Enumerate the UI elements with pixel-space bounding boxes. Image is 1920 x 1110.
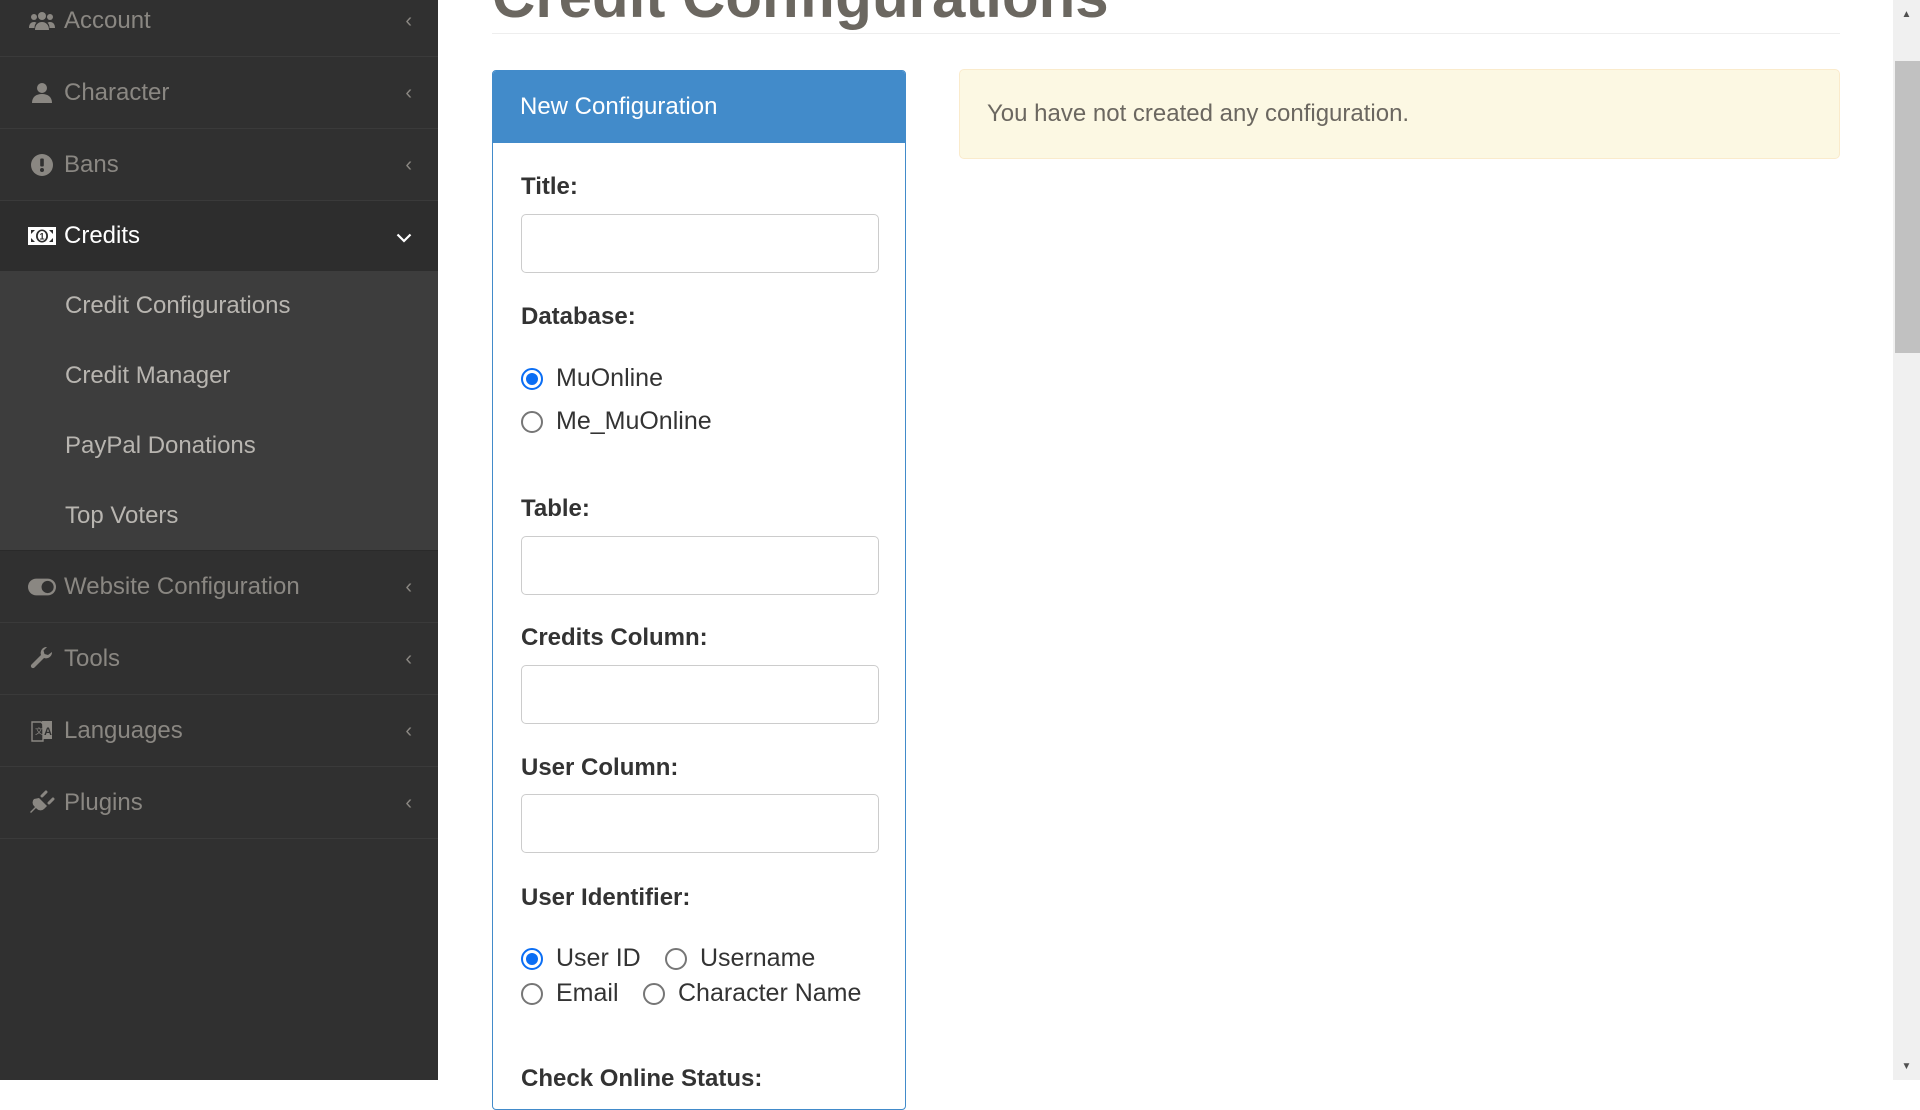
radio-checked-icon <box>521 367 543 390</box>
sidebar-item-label: Account <box>64 7 151 34</box>
submenu-item-paypal-donations[interactable]: PayPal Donations <box>65 411 256 481</box>
alert-message: You have not created any configuration. <box>987 100 1410 127</box>
no-configuration-alert: You have not created any configuration. <box>959 69 1840 159</box>
identifier-radio-user-id[interactable]: User ID <box>521 944 641 973</box>
page-title: Credit Configurations <box>492 0 1109 31</box>
database-label: Database: <box>521 303 636 330</box>
user-column-label: User Column: <box>521 754 679 781</box>
credits-submenu: Credit Configurations Credit Manager Pay… <box>0 271 438 551</box>
database-radio-me-muonline[interactable]: Me_MuOnline <box>521 407 712 436</box>
user-column-input[interactable] <box>521 794 879 853</box>
sidebar-item-label: Plugins <box>64 789 143 816</box>
table-label: Table: <box>521 495 590 522</box>
svg-text:文: 文 <box>35 726 43 736</box>
chevron-left-icon: ‹ <box>405 575 412 598</box>
chevron-left-icon: ‹ <box>405 9 412 32</box>
sidebar-item-label: Tools <box>64 645 121 672</box>
wrench-icon <box>28 645 56 673</box>
radio-label: Username <box>700 944 816 972</box>
sidebar-item-languages[interactable]: 文A Languages ‹ <box>0 696 438 767</box>
radio-label: MuOnline <box>556 364 663 392</box>
sidebar-item-label: Bans <box>64 151 119 178</box>
radio-label: User ID <box>556 944 641 972</box>
toggle-icon <box>28 573 56 601</box>
scroll-up-arrow-icon[interactable]: ▲ <box>1893 4 1920 24</box>
sidebar: Account ‹ Character ‹ Bans ‹ 1 Credits C… <box>0 0 438 1080</box>
radio-label: Email <box>556 979 619 1007</box>
radio-unchecked-icon <box>521 410 543 433</box>
title-divider <box>492 33 1840 34</box>
submenu-item-credit-manager[interactable]: Credit Manager <box>65 341 230 411</box>
radio-unchecked-icon <box>665 947 687 970</box>
scroll-down-arrow-icon[interactable]: ▼ <box>1893 1056 1920 1076</box>
identifier-radio-character-name[interactable]: Character Name <box>643 979 861 1008</box>
radio-label: Character Name <box>678 979 862 1007</box>
database-radio-muonline[interactable]: MuOnline <box>521 364 663 393</box>
exclamation-circle-icon <box>28 151 56 179</box>
sidebar-item-plugins[interactable]: Plugins ‹ <box>0 768 438 839</box>
sidebar-item-label: Credits <box>64 222 141 249</box>
card-header: New Configuration <box>493 71 905 143</box>
sidebar-item-bans[interactable]: Bans ‹ <box>0 130 438 201</box>
radio-unchecked-icon <box>521 982 543 1005</box>
sidebar-item-character[interactable]: Character ‹ <box>0 58 438 129</box>
credits-column-input[interactable] <box>521 665 879 724</box>
chevron-left-icon: ‹ <box>405 647 412 670</box>
chevron-left-icon: ‹ <box>405 153 412 176</box>
identifier-radio-username[interactable]: Username <box>665 944 815 973</box>
identifier-radio-email[interactable]: Email <box>521 979 619 1008</box>
title-input[interactable] <box>521 214 879 273</box>
sidebar-item-credits[interactable]: 1 Credits <box>0 201 438 271</box>
chevron-left-icon: ‹ <box>405 81 412 104</box>
user-identifier-label: User Identifier: <box>521 884 691 911</box>
sidebar-item-tools[interactable]: Tools ‹ <box>0 624 438 695</box>
title-label: Title: <box>521 173 578 200</box>
svg-text:A: A <box>44 726 52 738</box>
vertical-scrollbar[interactable]: ▲ ▼ <box>1893 0 1920 1080</box>
sidebar-item-label: Website Configuration <box>64 573 300 600</box>
credits-column-label: Credits Column: <box>521 624 708 651</box>
table-input[interactable] <box>521 536 879 595</box>
submenu-item-top-voters[interactable]: Top Voters <box>65 481 178 551</box>
sidebar-item-account[interactable]: Account ‹ <box>0 0 438 57</box>
language-icon: 文A <box>28 717 56 745</box>
scrollbar-thumb[interactable] <box>1895 61 1920 353</box>
sidebar-item-label: Character <box>64 79 170 106</box>
check-online-status-label: Check Online Status: <box>521 1065 763 1092</box>
plug-icon <box>28 789 56 817</box>
radio-label: Me_MuOnline <box>556 407 712 435</box>
radio-unchecked-icon <box>643 982 665 1005</box>
submenu-item-credit-configurations[interactable]: Credit Configurations <box>65 271 290 341</box>
user-icon <box>28 79 56 107</box>
sidebar-item-label: Languages <box>64 717 183 744</box>
chevron-left-icon: ‹ <box>405 791 412 814</box>
new-configuration-card: New Configuration Title: Database: MuOnl… <box>492 70 906 1110</box>
sidebar-item-website-configuration[interactable]: Website Configuration ‹ <box>0 552 438 623</box>
users-icon <box>28 7 56 35</box>
chevron-left-icon: ‹ <box>405 719 412 742</box>
chevron-down-icon <box>396 223 412 249</box>
radio-checked-icon <box>521 947 543 970</box>
svg-text:1: 1 <box>39 232 44 242</box>
money-bill-icon: 1 <box>28 222 56 250</box>
